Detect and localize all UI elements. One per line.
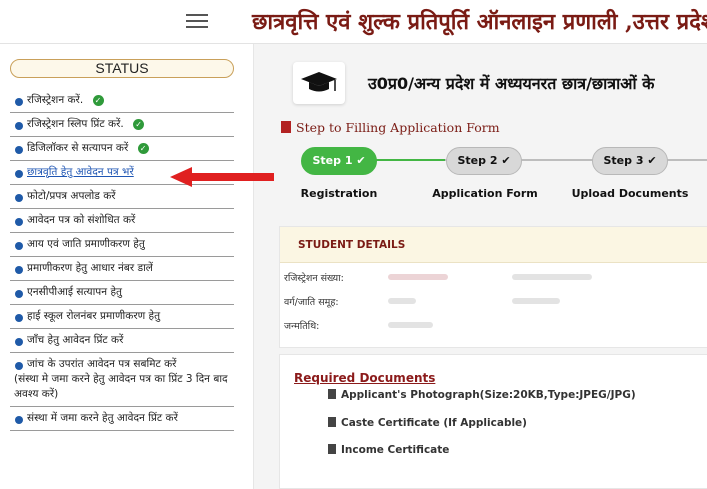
step-progress-line-done <box>370 159 445 161</box>
sidebar-item-print-institute[interactable]: संस्था में जमा करने हेतु आवेदन प्रिंट कर… <box>10 407 234 431</box>
sidebar-item-edit-application[interactable]: आवेदन पत्र को संशोधित करें <box>10 209 234 233</box>
redacted-value <box>388 322 433 328</box>
graduation-cap-icon <box>293 62 345 104</box>
page: छात्रवृत्ति एवं शुल्क प्रतिपूर्ति ऑनलाइन… <box>0 0 707 489</box>
bullet-icon <box>15 416 23 424</box>
redacted-value <box>512 298 560 304</box>
bullet-icon <box>15 194 23 202</box>
sidebar-item-income-caste[interactable]: आय एवं जाति प्रमाणीकरण हेतु <box>10 233 234 257</box>
sidebar-item-upload-photo[interactable]: फोटो/प्रपत्र अपलोड करें <box>10 185 234 209</box>
field-dob: जन्मतिथि: <box>284 321 320 332</box>
bullet-icon <box>15 314 23 322</box>
status-heading: STATUS <box>10 59 234 78</box>
site-title: छात्रवृत्ति एवं शुल्क प्रतिपूर्ति ऑनलाइन… <box>252 9 707 35</box>
bullet-icon <box>15 362 23 370</box>
bullet-icon <box>15 242 23 250</box>
sidebar-item-registration-slip[interactable]: रजिस्ट्रेशन स्लिप प्रिंट करें. ✓ <box>10 113 234 137</box>
sidebar-item-digilocker[interactable]: डिजिलॉकर से सत्यापन करें ✓ <box>10 137 234 161</box>
bullet-icon <box>15 122 23 130</box>
sidebar-item-aadhaar[interactable]: प्रमाणीकरण हेतु आधार नंबर डालें <box>10 257 234 281</box>
student-details-card: STUDENT DETAILS रजिस्ट्रेशन संख्या: वर्ग… <box>279 226 707 348</box>
required-documents-card: Required Documents Applicant's Photograp… <box>279 354 707 489</box>
redacted-value <box>388 274 448 280</box>
redacted-value <box>388 298 416 304</box>
redacted-value <box>512 274 592 280</box>
check-circle-icon: ✔ <box>501 154 511 167</box>
step-3-pill[interactable]: Step 3 ✔ <box>592 147 668 175</box>
doc-item-income-certificate: Income Certificate <box>328 444 449 456</box>
step-2-pill[interactable]: Step 2 ✔ <box>446 147 522 175</box>
bullet-icon <box>15 290 23 298</box>
hamburger-menu-icon[interactable] <box>186 14 208 28</box>
check-circle-icon: ✔ <box>356 154 366 167</box>
step-1-pill[interactable]: Step 1 ✔ <box>301 147 377 175</box>
bullet-icon <box>15 170 23 178</box>
sidebar-item-highschool-roll[interactable]: हाई स्कूल रोलनंबर प्रमाणीकरण हेतु <box>10 305 234 329</box>
main-content: उ0प्र0/अन्य प्रदेश में अध्ययनरत छात्र/छा… <box>255 44 707 489</box>
bullet-icon <box>15 266 23 274</box>
step-2-label: Application Form <box>432 187 538 200</box>
top-header: छात्रवृत्ति एवं शुल्क प्रतिपूर्ति ऑनलाइन… <box>0 0 707 44</box>
check-icon: ✓ <box>92 94 104 106</box>
submit-note: (संस्था मे जमा करने हेतु आवेदन पत्र का प… <box>14 373 228 400</box>
file-icon <box>328 444 336 454</box>
required-documents-title: Required Documents <box>294 371 436 385</box>
status-menu: रजिस्ट्रेशन करें. ✓ रजिस्ट्रेशन स्लिप प्… <box>10 89 234 431</box>
bullet-icon <box>15 218 23 226</box>
bullet-icon <box>15 98 23 106</box>
file-icon <box>328 417 336 427</box>
sidebar-item-submit[interactable]: जांच के उपरांत आवेदन पत्र सबमिट करें (सं… <box>10 353 234 407</box>
bullet-icon <box>15 146 23 154</box>
student-details-title: STUDENT DETAILS <box>280 227 707 263</box>
check-icon: ✓ <box>137 142 149 154</box>
steps-title: Step to Filling Application Form <box>281 120 500 135</box>
sidebar-item-print-check[interactable]: जाँच हेतु आवेदन प्रिंट करें <box>10 329 234 353</box>
step-1-label: Registration <box>300 187 378 200</box>
field-registration-number: रजिस्ट्रेशन संख्या: <box>284 273 344 284</box>
document-icon <box>281 121 291 133</box>
sidebar: STATUS रजिस्ट्रेशन करें. ✓ रजिस्ट्रेशन स… <box>0 44 254 489</box>
check-circle-icon: ✔ <box>647 154 657 167</box>
bullet-icon <box>15 338 23 346</box>
sidebar-item-registration[interactable]: रजिस्ट्रेशन करें. ✓ <box>10 89 234 113</box>
step-3-label: Upload Documents <box>571 187 689 200</box>
field-category: वर्ग/जाति समूह: <box>284 297 339 308</box>
doc-item-photograph: Applicant's Photograph(Size:20KB,Type:JP… <box>328 389 636 401</box>
file-icon <box>328 389 336 399</box>
doc-item-caste-certificate: Caste Certificate (If Applicable) <box>328 417 527 429</box>
sidebar-item-npci[interactable]: एनसीपीआई सत्यापन हेतु <box>10 281 234 305</box>
page-heading: उ0प्र0/अन्य प्रदेश में अध्ययनरत छात्र/छा… <box>368 74 655 93</box>
check-icon: ✓ <box>133 118 145 130</box>
